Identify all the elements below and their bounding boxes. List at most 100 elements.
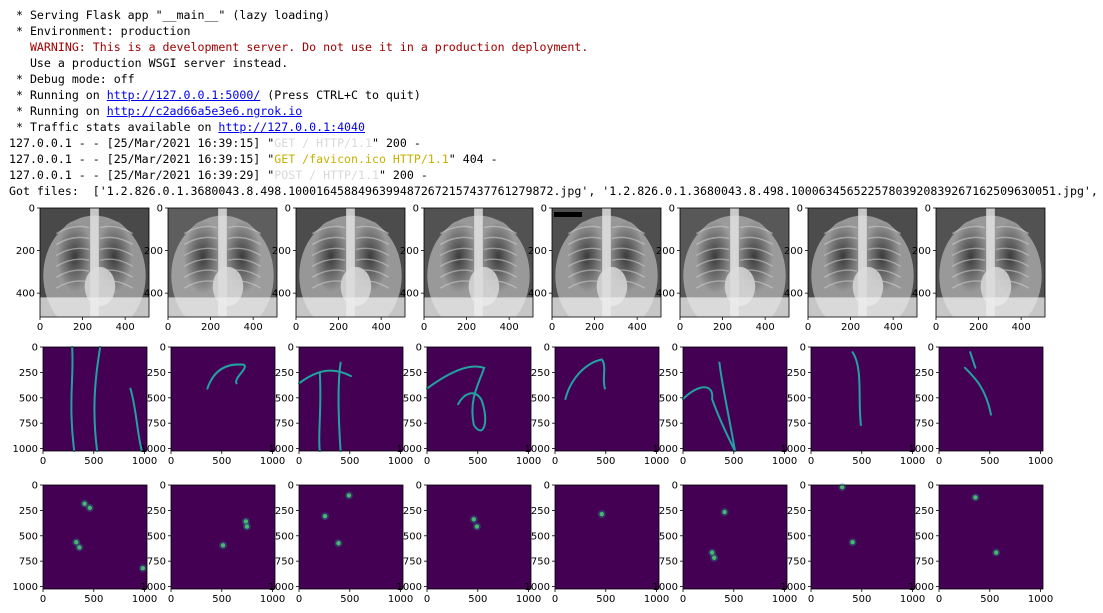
heatmap-background [43, 485, 147, 589]
y-tick-label: 0 [285, 204, 291, 215]
x-tick-label: 1000 [516, 594, 541, 605]
x-tick-label: 1000 [1028, 456, 1053, 467]
xray-image [424, 208, 533, 317]
y-tick-label: 400 [16, 289, 35, 300]
mask-background [811, 347, 915, 451]
y-tick-label: 1000 [653, 582, 678, 593]
xray-abdomen [296, 297, 405, 317]
x-tick-label: 500 [340, 456, 359, 467]
x-tick-label: 0 [296, 594, 302, 605]
y-tick-label: 500 [19, 531, 38, 542]
y-tick-label: 200 [528, 246, 547, 257]
x-tick-label: 500 [212, 594, 231, 605]
xray-abdomen [40, 297, 149, 317]
y-tick-label: 0 [672, 343, 678, 354]
y-tick-label: 1000 [269, 444, 294, 455]
x-tick-label: 500 [852, 456, 871, 467]
x-tick-label: 1000 [1028, 594, 1053, 605]
mask-background [555, 347, 659, 451]
y-tick-label: 0 [413, 204, 419, 215]
x-tick-label: 1000 [260, 456, 285, 467]
x-tick-label: 0 [424, 456, 430, 467]
y-tick-label: 250 [147, 506, 166, 517]
y-tick-label: 250 [531, 506, 550, 517]
y-tick-label: 500 [275, 531, 294, 542]
x-tick-label: 0 [808, 594, 814, 605]
x-tick-label: 500 [84, 456, 103, 467]
x-tick-label: 0 [424, 594, 430, 605]
y-tick-label: 500 [915, 393, 934, 404]
heatmap-glow [710, 553, 719, 562]
y-tick-label: 1000 [397, 582, 422, 593]
heatmap-glow [85, 503, 94, 512]
xray-image [40, 208, 149, 317]
x-tick-label: 400 [1012, 322, 1031, 333]
y-tick-label: 200 [656, 246, 675, 257]
x-tick-label: 0 [293, 322, 299, 333]
y-tick-label: 0 [928, 481, 934, 492]
y-tick-label: 500 [403, 393, 422, 404]
x-tick-label: 0 [933, 322, 939, 333]
y-tick-label: 0 [157, 204, 163, 215]
y-tick-label: 0 [416, 481, 422, 492]
mask-background [427, 347, 531, 451]
x-tick-label: 1000 [900, 594, 925, 605]
x-tick-label: 1000 [388, 594, 413, 605]
x-tick-label: 0 [680, 456, 686, 467]
x-tick-label: 1000 [132, 456, 157, 467]
x-tick-label: 0 [552, 456, 558, 467]
y-tick-label: 750 [915, 419, 934, 430]
xray-label-bar [554, 212, 582, 217]
y-tick-label: 0 [160, 343, 166, 354]
x-tick-label: 1000 [132, 594, 157, 605]
y-tick-label: 1000 [141, 582, 166, 593]
y-tick-label: 500 [147, 393, 166, 404]
y-tick-label: 250 [147, 368, 166, 379]
heatmap-glow [848, 538, 857, 547]
y-tick-label: 400 [656, 289, 675, 300]
y-tick-label: 0 [29, 204, 35, 215]
x-tick-label: 200 [713, 322, 732, 333]
y-tick-label: 200 [400, 246, 419, 257]
heatmap-background [939, 485, 1043, 589]
heatmap-glow [321, 512, 329, 521]
heatmap-glow [242, 522, 251, 531]
x-tick-label: 200 [841, 322, 860, 333]
heatmap-glow [971, 493, 980, 502]
y-tick-label: 250 [659, 506, 678, 517]
y-tick-label: 400 [784, 289, 803, 300]
x-tick-label: 0 [805, 322, 811, 333]
y-tick-label: 250 [659, 368, 678, 379]
x-tick-label: 200 [585, 322, 604, 333]
y-tick-label: 750 [403, 557, 422, 568]
x-tick-label: 500 [340, 594, 359, 605]
x-tick-label: 500 [724, 456, 743, 467]
y-tick-label: 0 [541, 204, 547, 215]
y-tick-label: 1000 [781, 444, 806, 455]
y-tick-label: 0 [797, 204, 803, 215]
x-tick-label: 400 [500, 322, 519, 333]
heatmap-background [427, 485, 531, 589]
y-tick-label: 500 [787, 393, 806, 404]
y-tick-label: 1000 [13, 444, 38, 455]
y-tick-label: 0 [544, 481, 550, 492]
xray-image [936, 208, 1045, 317]
heatmap-background [555, 485, 659, 589]
y-tick-label: 200 [784, 246, 803, 257]
x-tick-label: 0 [680, 594, 686, 605]
y-tick-label: 200 [272, 246, 291, 257]
heatmap-glow [469, 515, 478, 524]
x-tick-label: 0 [552, 594, 558, 605]
x-tick-label: 500 [468, 456, 487, 467]
x-tick-label: 1000 [260, 594, 285, 605]
y-tick-label: 1000 [781, 582, 806, 593]
mask-background [939, 347, 1043, 451]
y-tick-label: 500 [19, 393, 38, 404]
x-tick-label: 0 [168, 594, 174, 605]
y-tick-label: 0 [800, 343, 806, 354]
x-tick-label: 500 [596, 594, 615, 605]
xray-image [168, 208, 277, 317]
y-tick-label: 750 [787, 557, 806, 568]
y-tick-label: 750 [659, 557, 678, 568]
y-tick-label: 200 [16, 246, 35, 257]
